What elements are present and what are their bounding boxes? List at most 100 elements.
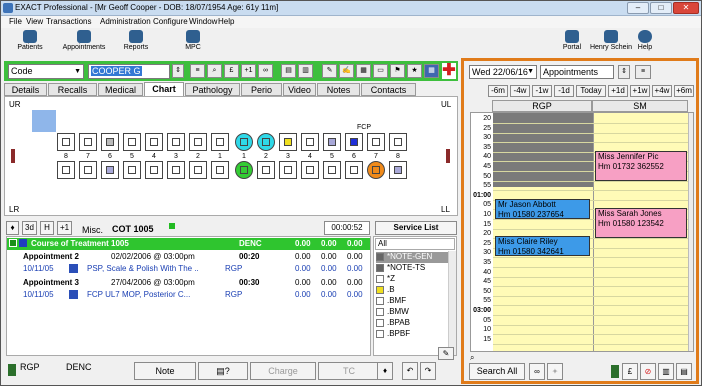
menu-administration[interactable]: Administration	[100, 17, 151, 26]
tooth-surface[interactable]	[194, 138, 202, 146]
tooth[interactable]	[257, 161, 275, 179]
diary-nav-button[interactable]: Today	[576, 85, 606, 97]
tooth[interactable]	[235, 161, 253, 179]
service-item[interactable]: .BPBF	[376, 329, 456, 340]
tooth[interactable]	[367, 161, 385, 179]
tooth[interactable]	[323, 133, 341, 151]
service-item[interactable]: *NOTE-TS	[376, 263, 456, 274]
maximize-button[interactable]: □	[650, 2, 672, 14]
tooth-surface[interactable]	[394, 166, 402, 174]
tooth[interactable]	[145, 161, 163, 179]
tab-contacts[interactable]: Contacts	[361, 83, 416, 96]
diary-nav-button[interactable]: -6m	[488, 85, 508, 97]
tooth[interactable]	[123, 133, 141, 151]
trash-icon[interactable]	[611, 365, 619, 378]
tooth[interactable]	[211, 133, 229, 151]
patients-button[interactable]: Patients	[13, 30, 47, 51]
appointment-event[interactable]: Miss Jennifer Pic Hm 01732 362552	[595, 151, 687, 181]
tooth-surface[interactable]	[262, 166, 270, 174]
flag-icon[interactable]: ⚑	[390, 64, 405, 78]
calendar-icon[interactable]: ▦	[424, 64, 439, 78]
diary-nav-button[interactable]: -1d	[554, 85, 574, 97]
options-icon[interactable]: ≡	[635, 65, 651, 79]
save-icon[interactable]: ▤	[281, 64, 296, 78]
tooth-surface[interactable]	[216, 138, 224, 146]
appointment-event[interactable]: Miss Sarah Jones Hm 01580 123542	[595, 208, 687, 238]
menu-file[interactable]: File	[9, 17, 22, 26]
tab-recalls[interactable]: Recalls	[48, 83, 97, 96]
treatment-row[interactable]: 10/11/05 PSP, Scale & Polish With The .. R…	[7, 263, 370, 275]
tooth-surface[interactable]	[216, 166, 224, 174]
tooth[interactable]	[145, 133, 163, 151]
note-icon[interactable]: ✍	[339, 64, 354, 78]
print-icon[interactable]: ▥	[298, 64, 313, 78]
portal-button[interactable]: Portal	[559, 30, 585, 51]
service-scrollbar[interactable]	[448, 251, 456, 355]
menu-view[interactable]: View	[26, 17, 43, 26]
tooth[interactable]	[235, 133, 253, 151]
tooth-surface[interactable]	[350, 166, 358, 174]
reports-button[interactable]: Reports	[121, 30, 151, 51]
trash-icon[interactable]	[8, 364, 16, 376]
diary-date-select[interactable]: Wed 22/06/16 ▼	[469, 65, 537, 79]
pound-icon[interactable]: £	[622, 363, 638, 380]
pin-icon[interactable]: ✦	[547, 363, 563, 380]
appointment-event[interactable]: Mr Jason Abbott Hm 01580 237654	[495, 199, 590, 219]
tab-medical[interactable]: Medical	[98, 83, 143, 96]
tooth-icon[interactable]: ♦	[6, 221, 19, 235]
minimize-button[interactable]: –	[627, 2, 649, 14]
card-icon[interactable]: ▭	[373, 64, 388, 78]
tooth[interactable]	[367, 133, 385, 151]
tooth-surface[interactable]	[328, 166, 336, 174]
tooth[interactable]	[79, 133, 97, 151]
tooth[interactable]	[167, 133, 185, 151]
tooth-surface[interactable]	[150, 166, 158, 174]
link-icon[interactable]: ∞	[258, 64, 273, 78]
wrench-icon[interactable]: ✎	[438, 347, 454, 360]
tooth-surface[interactable]	[150, 138, 158, 146]
menu-help[interactable]: Help	[218, 17, 234, 26]
tooth-nav-icon[interactable]: ♦	[377, 362, 393, 380]
tooth-surface[interactable]	[306, 138, 314, 146]
appointments-button[interactable]: Appointments	[61, 30, 107, 51]
tooth[interactable]	[301, 133, 319, 151]
undo-icon[interactable]: ↶	[402, 362, 418, 380]
tooth-surface[interactable]	[172, 166, 180, 174]
plus-one-icon[interactable]: +1	[241, 64, 256, 78]
close-button[interactable]: ✕	[673, 2, 699, 14]
diary-nav-button[interactable]: +1d	[608, 85, 628, 97]
charge-button[interactable]: Charge	[250, 362, 316, 380]
tooth[interactable]	[345, 133, 363, 151]
view-3d-button[interactable]: 3d	[22, 221, 37, 235]
search-all-button[interactable]: Search All	[469, 363, 525, 380]
tooth-surface[interactable]	[372, 138, 380, 146]
appointment-event[interactable]: Miss Claire Riley Hm 01580 342641	[495, 236, 590, 256]
tooth-surface[interactable]	[84, 166, 92, 174]
tooth[interactable]	[279, 133, 297, 151]
view-spin-button[interactable]: ⇕	[618, 65, 630, 79]
history-button[interactable]: H	[40, 221, 54, 235]
tooth-surface[interactable]	[284, 138, 292, 146]
tooth-surface[interactable]	[194, 166, 202, 174]
tooth-surface[interactable]	[62, 138, 70, 146]
tooth-surface[interactable]	[240, 166, 248, 174]
tooth[interactable]	[345, 161, 363, 179]
tooth[interactable]	[389, 133, 407, 151]
course-header-row[interactable]: Course of Treatment 1005 DENC 0.00 0.00 …	[7, 238, 370, 250]
service-item[interactable]: .BMF	[376, 296, 456, 307]
diary-nav-button[interactable]: +6m	[674, 85, 694, 97]
spin-button[interactable]: ⇕	[172, 64, 184, 78]
tooth-surface[interactable]	[106, 166, 114, 174]
diary-view-input[interactable]: Appointments	[540, 65, 614, 79]
service-list-button[interactable]: Service List	[375, 221, 457, 235]
tooth-surface[interactable]	[106, 138, 114, 146]
tooth[interactable]	[189, 133, 207, 151]
search-type-select[interactable]: Code ▼	[8, 64, 84, 79]
tooth-surface[interactable]	[128, 166, 136, 174]
service-filter-select[interactable]: All	[375, 238, 455, 250]
star-icon[interactable]: ★	[407, 64, 422, 78]
diary-nav-button[interactable]: -4w	[510, 85, 530, 97]
tab-chart[interactable]: Chart	[144, 82, 184, 97]
tooth-surface[interactable]	[284, 166, 292, 174]
tooth-surface[interactable]	[306, 166, 314, 174]
